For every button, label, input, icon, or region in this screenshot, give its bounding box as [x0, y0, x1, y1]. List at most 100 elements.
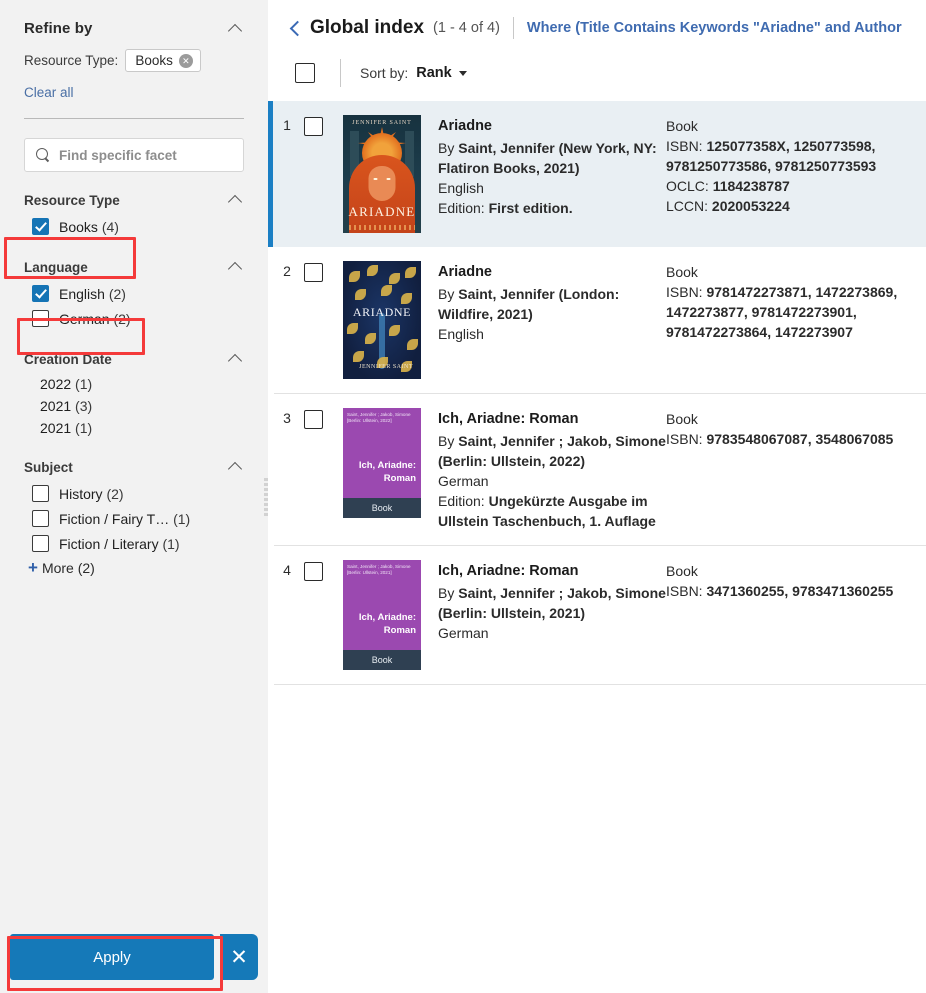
result-identifiers: Book ISBN: 3471360255, 9783471360255 [666, 560, 926, 670]
results-count: (1 - 4 of 4) [433, 20, 500, 36]
row-checkbox[interactable] [304, 410, 323, 429]
sort-by-value[interactable]: Rank [416, 65, 451, 81]
result-author: By Saint, Jennifer (London: Wildfire, 20… [438, 286, 620, 322]
chevron-up-icon[interactable] [228, 259, 244, 275]
cover-meta-text: Saint, Jennifer ; Jakob, Simone [Berlin:… [347, 412, 411, 423]
result-edition: Edition: First edition. [438, 200, 573, 216]
active-filter-row: Resource Type: Books ✕ [24, 49, 244, 72]
cover-type-label: Book [343, 498, 421, 518]
checkbox-fiction-literary[interactable] [32, 535, 49, 552]
cover-placeholder: Saint, Jennifer ; Jakob, Simone [Berlin:… [343, 408, 421, 518]
show-more-subjects[interactable]: + More (2) [24, 556, 244, 576]
cover-placeholder: Saint, Jennifer ; Jakob, Simone [Berlin:… [343, 560, 421, 670]
remove-circle-icon[interactable]: ✕ [178, 53, 193, 68]
checkbox-history[interactable] [32, 485, 49, 502]
result-title[interactable]: Ich, Ariadne: Roman [438, 409, 666, 429]
divider [512, 17, 514, 39]
close-icon[interactable]: ✕ [220, 934, 258, 980]
table-row[interactable]: 3 Saint, Jennifer ; Jakob, Simone [Berli… [274, 394, 926, 546]
chevron-up-icon[interactable] [228, 21, 244, 37]
result-type: Book [666, 563, 698, 579]
facet-item-fiction-literary[interactable]: Fiction / Literary (1) [24, 531, 244, 556]
book-cover-thumbnail[interactable]: Saint, Jennifer ; Jakob, Simone [Berlin:… [343, 560, 421, 670]
more-label: More (2) [41, 560, 95, 576]
refine-by-title: Refine by [24, 20, 93, 37]
cover-ariadne-flatiron: JENNIFER SAINT ARIADNE [343, 115, 421, 233]
result-identifiers: Book ISBN: 9781472273871, 1472273869, 14… [666, 261, 926, 379]
facet-header-resource-type[interactable]: Resource Type [24, 192, 244, 208]
facet-item-date[interactable]: 2021 (3) [24, 395, 244, 417]
checkbox-german[interactable] [32, 310, 49, 327]
row-checkbox[interactable] [304, 117, 323, 136]
clear-all-link[interactable]: Clear all [24, 85, 74, 100]
row-checkbox[interactable] [304, 263, 323, 282]
results-header: Global index (1 - 4 of 4) Where (Title C… [268, 0, 926, 39]
cover-type-label: Book [343, 650, 421, 670]
result-edition: Edition: Ungekürzte Ausgabe im Ullstein … [438, 493, 656, 529]
apply-button[interactable]: Apply [10, 934, 214, 980]
chevron-up-icon[interactable] [228, 351, 244, 367]
result-title[interactable]: Ich, Ariadne: Roman [438, 561, 666, 581]
result-title[interactable]: Ariadne [438, 262, 666, 282]
result-identifiers: Book ISBN: 9783548067087, 3548067085 [666, 408, 926, 531]
refine-sidebar: Refine by Resource Type: Books ✕ Clear a… [0, 0, 272, 993]
book-cover-thumbnail[interactable]: ARIADNE JENNIFER SAINT [343, 261, 421, 379]
facet-item-date[interactable]: 2021 (1) [24, 417, 244, 439]
result-title[interactable]: Ariadne [438, 116, 666, 136]
chevron-down-icon[interactable] [458, 70, 467, 76]
checkbox-english[interactable] [32, 285, 49, 302]
facet-search-placeholder: Find specific facet [59, 147, 177, 163]
result-type: Book [666, 411, 698, 427]
query-link[interactable]: Where (Title Contains Keywords "Ariadne"… [527, 20, 902, 36]
facet-item-german[interactable]: German (2) [24, 306, 244, 331]
cover-title-text: ARIADNE [348, 204, 416, 219]
facet-item-history[interactable]: History (2) [24, 481, 244, 506]
facet-count: (1) [75, 376, 93, 392]
facet-title: Resource Type [24, 192, 120, 208]
facet-count: (1) [75, 420, 93, 436]
facet-label: German (2) [59, 310, 131, 327]
result-language: German [438, 625, 489, 641]
facet-item-english[interactable]: English (2) [24, 281, 244, 306]
book-cover-thumbnail[interactable]: Saint, Jennifer ; Jakob, Simone [Berlin:… [343, 408, 421, 531]
row-number: 4 [283, 562, 291, 578]
row-number: 3 [283, 410, 291, 426]
cover-title-text: Ich, Ariadne: Roman [358, 612, 416, 636]
row-number: 1 [283, 117, 291, 133]
result-details: Ariadne By Saint, Jennifer (London: Wild… [438, 261, 666, 379]
chevron-up-icon[interactable] [228, 459, 244, 475]
facet-item-fiction-fairy[interactable]: Fiction / Fairy T… (1) [24, 506, 244, 531]
result-details: Ariadne By Saint, Jennifer (New York, NY… [438, 115, 666, 233]
facet-header-creation-date[interactable]: Creation Date [24, 351, 244, 367]
sort-toolbar: Sort by: Rank [268, 39, 926, 87]
select-all-checkbox[interactable] [295, 63, 315, 83]
table-row[interactable]: 4 Saint, Jennifer ; Jakob, Simone [Berli… [274, 546, 926, 685]
active-filter-chip[interactable]: Books ✕ [125, 49, 201, 72]
divider [340, 59, 341, 87]
result-language: English [438, 180, 484, 196]
facet-group-subject: Subject History (2) Fiction / Fairy T… (… [24, 459, 244, 577]
back-chevron-icon[interactable] [286, 19, 304, 37]
result-details: Ich, Ariadne: Roman By Saint, Jennifer ;… [438, 560, 666, 670]
facet-header-subject[interactable]: Subject [24, 459, 244, 475]
book-cover-thumbnail[interactable]: JENNIFER SAINT ARIADNE [343, 115, 421, 233]
row-checkbox[interactable] [304, 562, 323, 581]
checkbox-fiction-fairy[interactable] [32, 510, 49, 527]
result-language: German [438, 473, 489, 489]
result-type: Book [666, 264, 698, 280]
results-list: 1 JENNIFER SAINT ARIADNE Ariadne By Sain… [268, 101, 926, 685]
table-row[interactable]: 1 JENNIFER SAINT ARIADNE Ariadne By Sain… [268, 101, 926, 247]
table-row[interactable]: 2 ARIADNE JENNIFER SAINT Ariadne By Sain… [274, 247, 926, 394]
facet-title: Creation Date [24, 351, 112, 367]
facet-item-books[interactable]: Books (4) [24, 214, 244, 239]
facet-count: (1) [162, 535, 180, 552]
facet-item-date[interactable]: 2022 (1) [24, 373, 244, 395]
identifier-isbn: ISBN: 9783548067087, 3548067085 [666, 431, 894, 447]
facet-count: (4) [101, 218, 119, 235]
facet-search-input[interactable]: Find specific facet [24, 138, 244, 172]
chevron-up-icon[interactable] [228, 192, 244, 208]
result-author: By Saint, Jennifer (New York, NY: Flatir… [438, 140, 657, 176]
facet-header-language[interactable]: Language [24, 259, 244, 275]
checkbox-books[interactable] [32, 218, 49, 235]
refine-by-header[interactable]: Refine by [24, 0, 244, 45]
